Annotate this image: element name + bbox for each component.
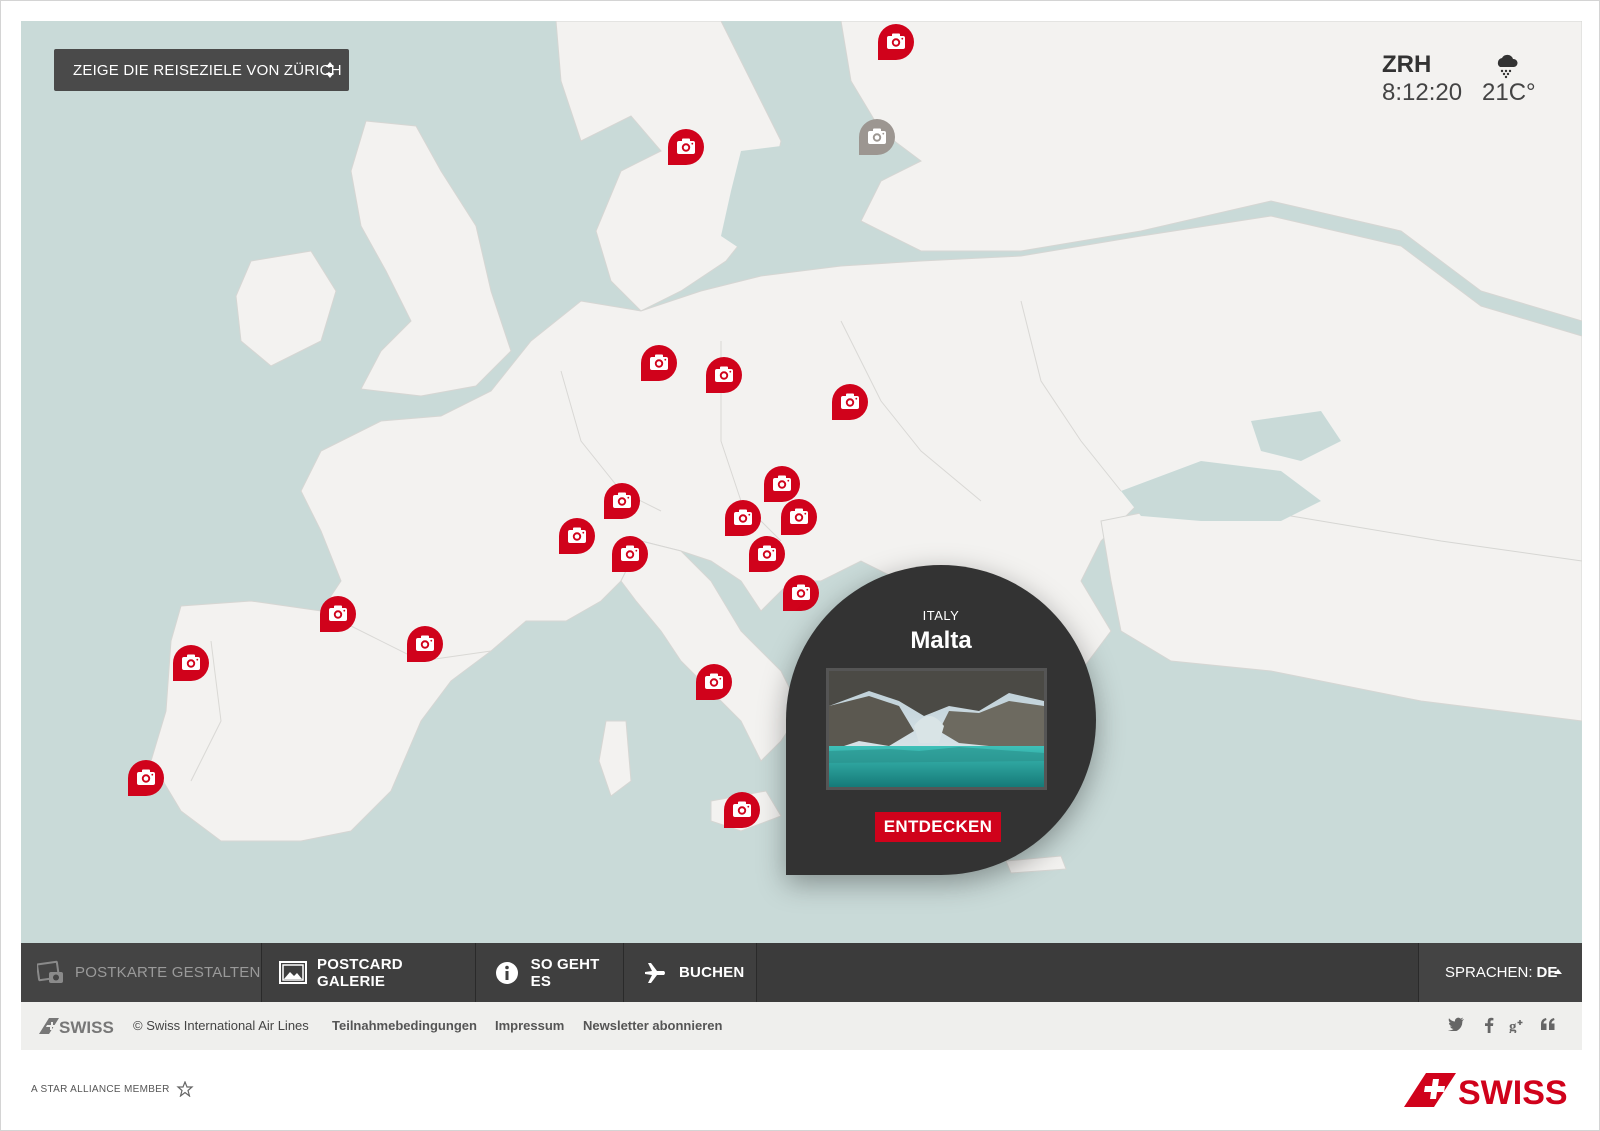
discover-button[interactable]: ENTDECKEN — [875, 812, 1001, 842]
snow-cloud-icon — [1497, 54, 1518, 79]
destination-popup: ITALY Malta ENTDECKEN — [786, 565, 1096, 875]
language-selector[interactable]: SPRACHEN: DE — [1418, 943, 1582, 1002]
nav-label-postkarte: POSTKARTE GESTALTEN — [75, 964, 261, 981]
main-navigation: POSTKARTE GESTALTEN POSTCARD GALERIE SO … — [21, 943, 1582, 1002]
caret-up-icon — [1554, 969, 1562, 974]
destination-pin[interactable] — [748, 535, 786, 573]
popup-country: ITALY — [922, 608, 960, 623]
footer: SWISS © Swiss International Air Lines Te… — [21, 1002, 1582, 1050]
camera-pin-icon — [173, 645, 209, 681]
destination-pin[interactable] — [695, 663, 733, 701]
camera-pin-icon — [128, 760, 164, 796]
destination-photo[interactable] — [826, 668, 1047, 790]
destination-pin[interactable] — [406, 625, 444, 663]
nav-label-buchen: BUCHEN — [679, 964, 745, 981]
destination-pin[interactable] — [611, 535, 649, 573]
google-plus-icon[interactable]: g — [1509, 1017, 1527, 1035]
twitter-icon[interactable] — [1447, 1017, 1465, 1035]
nav-buchen[interactable]: BUCHEN — [624, 943, 757, 1002]
destination-pin[interactable] — [877, 23, 915, 61]
nav-postcard-galerie[interactable]: POSTCARD GALERIE — [262, 943, 476, 1002]
nav-so-geht-es[interactable]: SO GEHT ES — [476, 943, 624, 1002]
camera-pin-icon — [783, 575, 819, 611]
camera-pin-icon — [859, 119, 895, 155]
plane-icon — [641, 960, 669, 986]
nav-label-galerie: POSTCARD GALERIE — [317, 955, 403, 990]
camera-pin-icon — [668, 129, 704, 165]
link-teilnahmebedingungen[interactable]: Teilnahmebedingungen — [332, 1018, 477, 1033]
destination-pin[interactable] — [667, 128, 705, 166]
star-alliance-badge: A STAR ALLIANCE MEMBER — [31, 1081, 195, 1097]
camera-pin-icon — [696, 664, 732, 700]
destination-pin[interactable] — [782, 574, 820, 612]
camera-pin-icon — [725, 500, 761, 536]
star-alliance-text: A STAR ALLIANCE MEMBER — [31, 1083, 170, 1095]
destination-pin[interactable] — [319, 595, 357, 633]
select-arrows-icon — [326, 62, 334, 78]
destination-pin[interactable] — [558, 517, 596, 555]
camera-pin-icon — [749, 536, 785, 572]
nav-label-so-geht-es: SO GEHT ES — [530, 955, 600, 990]
gallery-icon — [279, 960, 307, 986]
camera-pin-icon — [781, 499, 817, 535]
brand-text: SWISS — [1458, 1074, 1568, 1109]
footer-logo-text: SWISS — [59, 1018, 114, 1036]
grotto-photo-image — [829, 671, 1044, 787]
quote-icon[interactable] — [1539, 1017, 1557, 1035]
destination-pin[interactable] — [724, 499, 762, 537]
origin-select-label: ZEIGE DIE REISEZIELE VON ZÜRICH — [73, 61, 342, 79]
camera-pin-icon — [706, 357, 742, 393]
link-impressum[interactable]: Impressum — [495, 1018, 564, 1033]
camera-pin-icon — [559, 518, 595, 554]
nav-postkarte-gestalten[interactable]: POSTKARTE GESTALTEN — [21, 943, 262, 1002]
airport-info: ZRH 8:12:20 21C° — [1382, 51, 1552, 111]
info-icon — [493, 960, 521, 986]
camera-pin-icon — [320, 596, 356, 632]
camera-pin-icon — [604, 483, 640, 519]
camera-pin-icon — [612, 536, 648, 572]
destination-pin[interactable] — [858, 118, 896, 156]
camera-pin-icon — [724, 792, 760, 828]
destination-pin[interactable] — [723, 791, 761, 829]
popup-city: Malta — [910, 627, 972, 654]
destination-pin[interactable] — [831, 383, 869, 421]
destination-pin[interactable] — [172, 644, 210, 682]
language-label: SPRACHEN: — [1445, 964, 1533, 981]
destination-pin[interactable] — [705, 356, 743, 394]
destination-pin[interactable] — [640, 344, 678, 382]
swiss-footer-logo[interactable]: SWISS — [39, 1016, 115, 1037]
link-newsletter[interactable]: Newsletter abonnieren — [583, 1018, 722, 1033]
page-frame: ZEIGE DIE REISEZIELE VON ZÜRICH ZRH 8:12… — [0, 0, 1600, 1131]
facebook-icon[interactable] — [1480, 1017, 1498, 1035]
destination-pin[interactable] — [127, 759, 165, 797]
swiss-brand-logo[interactable]: SWISS — [1404, 1071, 1572, 1112]
temperature: 21C° — [1482, 79, 1536, 106]
copyright-text: © Swiss International Air Lines — [133, 1018, 309, 1033]
origin-select[interactable]: ZEIGE DIE REISEZIELE VON ZÜRICH — [54, 49, 349, 91]
europe-map[interactable]: ZEIGE DIE REISEZIELE VON ZÜRICH ZRH 8:12… — [21, 21, 1582, 943]
postcard-create-icon — [37, 960, 65, 986]
camera-pin-icon — [878, 24, 914, 60]
svg-text:g: g — [1509, 1019, 1517, 1033]
airport-code: ZRH — [1382, 51, 1432, 78]
star-alliance-icon — [176, 1081, 194, 1097]
camera-pin-icon — [407, 626, 443, 662]
destination-pin[interactable] — [780, 498, 818, 536]
camera-pin-icon — [832, 384, 868, 420]
destination-pin[interactable] — [603, 482, 641, 520]
local-time: 8:12:20 — [1382, 79, 1463, 106]
camera-pin-icon — [641, 345, 677, 381]
